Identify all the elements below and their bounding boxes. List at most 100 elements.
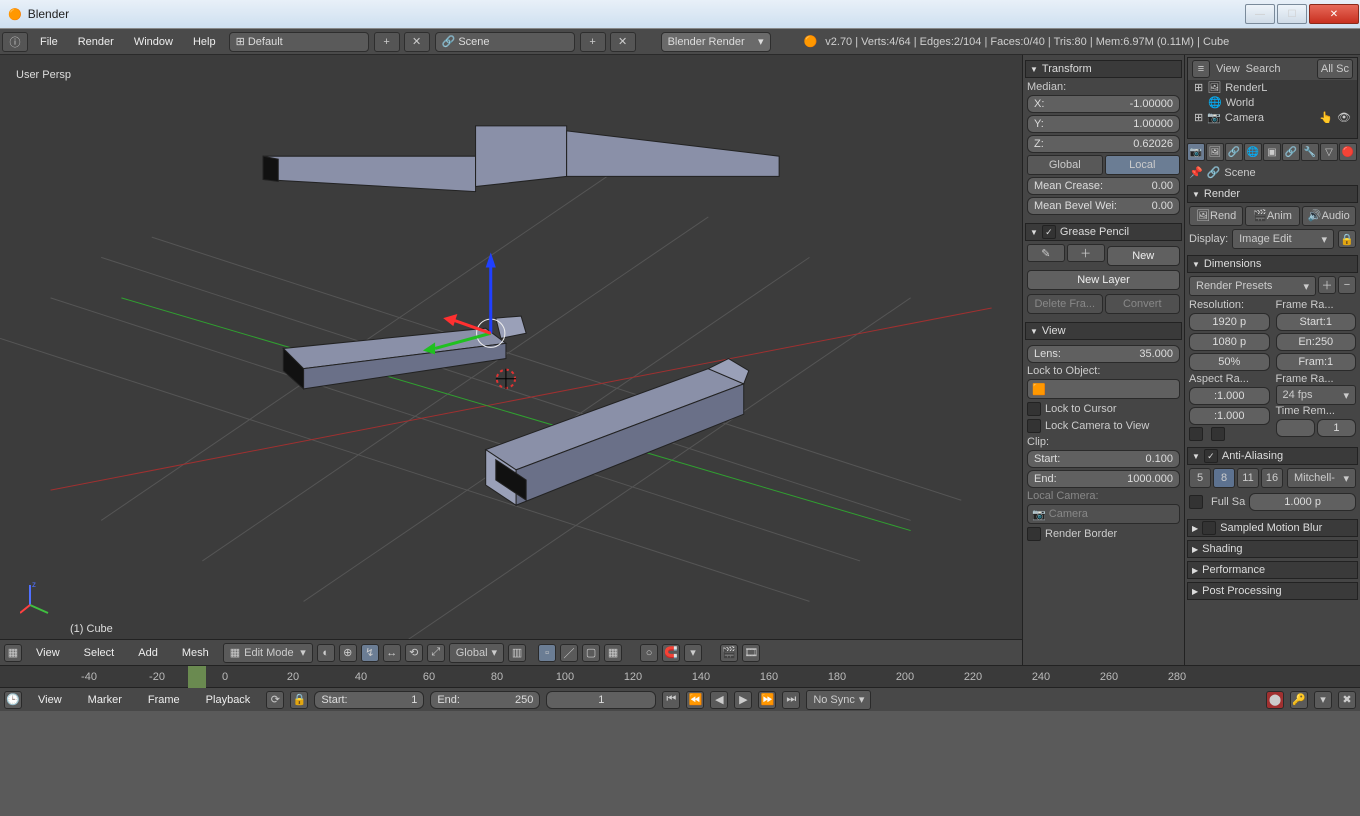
limit-sel-icon[interactable]: ▦ — [604, 644, 622, 662]
render-preview-icon[interactable]: 🎬 — [720, 644, 738, 662]
record-icon[interactable]: ⬤ — [1266, 691, 1284, 709]
add-layout-button[interactable]: + — [374, 32, 400, 52]
local-camera-selector[interactable]: 📷 Camera — [1027, 504, 1180, 524]
render-anim-button[interactable]: 🎬Anim — [1245, 206, 1299, 226]
tab-world-icon[interactable]: 🌐 — [1244, 143, 1262, 161]
sync-mode-selector[interactable]: No Sync▾ — [806, 690, 871, 710]
play-reverse-icon[interactable]: ◀ — [710, 691, 728, 709]
menu-help[interactable]: Help — [183, 29, 226, 55]
mean-crease-field[interactable]: Mean Crease:0.00 — [1027, 177, 1180, 195]
aa-8-button[interactable]: 8 — [1213, 468, 1235, 488]
shading-header[interactable]: ▶Shading — [1187, 540, 1358, 558]
outliner-search-menu[interactable]: Search — [1246, 63, 1281, 75]
tab-modifiers-icon[interactable]: 🔧 — [1301, 143, 1319, 161]
median-z-field[interactable]: Z:0.62026 — [1027, 135, 1180, 153]
3dview-menu-view[interactable]: View — [26, 640, 70, 666]
layers-icon[interactable]: ▥ — [508, 644, 526, 662]
dimensions-header[interactable]: ▼Dimensions — [1187, 255, 1358, 273]
space-global-toggle[interactable]: Global — [1027, 155, 1103, 175]
time-remap-old[interactable] — [1276, 419, 1315, 437]
lens-field[interactable]: Lens:35.000 — [1027, 345, 1180, 363]
3d-viewport[interactable]: User Persp (1) Cube z ▦ View Select Add … — [0, 55, 1022, 665]
render-presets-selector[interactable]: Render Presets▾ — [1189, 276, 1316, 296]
jump-start-icon[interactable]: ⏮ — [662, 691, 680, 709]
maximize-button[interactable]: ☐ — [1277, 4, 1307, 24]
sel-edge-icon[interactable]: ／ — [560, 644, 578, 662]
lock-camera-checkbox[interactable] — [1027, 419, 1041, 433]
manip-rotate-icon[interactable]: ⟲ — [405, 644, 423, 662]
shading-mode-icon[interactable]: ◐ — [317, 644, 335, 662]
full-sample-checkbox[interactable] — [1189, 495, 1203, 509]
fps-selector[interactable]: 24 fps▾ — [1276, 385, 1357, 405]
lock-cursor-checkbox[interactable] — [1027, 402, 1041, 416]
crop-checkbox[interactable] — [1211, 427, 1225, 441]
lock-ui-icon[interactable]: 🔒 — [1338, 230, 1356, 248]
aa-filter-selector[interactable]: Mitchell-▾ — [1287, 468, 1356, 488]
tl-end-field[interactable]: End:250 — [430, 691, 540, 709]
timeline-area[interactable]: -40 -20 0 20 40 60 80 100 120 140 160 18… — [0, 665, 1360, 687]
keyframe-next-icon[interactable]: ⏩ — [758, 691, 776, 709]
manipulator-toggle-icon[interactable]: ↯ — [361, 644, 379, 662]
screen-layout-selector[interactable]: ⊞ Default — [229, 32, 369, 52]
delete-key-icon[interactable]: ✖ — [1338, 691, 1356, 709]
preset-add-icon[interactable]: ＋ — [1318, 276, 1336, 294]
outliner-type-icon[interactable]: ≡ — [1192, 60, 1210, 78]
frame-end-field[interactable]: En:250 — [1276, 333, 1357, 351]
restrict-select-icon[interactable]: 👆 — [1319, 111, 1333, 124]
tab-material-icon[interactable]: 🔴 — [1339, 143, 1357, 161]
clip-start-field[interactable]: Start:0.100 — [1027, 450, 1180, 468]
prop-edit-icon[interactable]: ○ — [640, 644, 658, 662]
tl-start-field[interactable]: Start:1 — [314, 691, 424, 709]
res-pct-field[interactable]: 50% — [1189, 353, 1270, 371]
transform-header[interactable]: ▼Transform — [1025, 60, 1182, 78]
outliner-item-world[interactable]: 🌐World — [1188, 95, 1357, 110]
tab-data-icon[interactable]: ▽ — [1320, 143, 1338, 161]
tab-object-icon[interactable]: ▣ — [1263, 143, 1281, 161]
border-checkbox[interactable] — [1189, 427, 1203, 441]
menu-file[interactable]: File — [30, 29, 68, 55]
snap-target-icon[interactable]: ▾ — [684, 644, 702, 662]
jump-end-icon[interactable]: ⏭ — [782, 691, 800, 709]
manip-translate-icon[interactable]: ↔ — [383, 644, 401, 662]
outliner-item-renderlayers[interactable]: ⊞🖼RenderL — [1188, 80, 1357, 95]
performance-header[interactable]: ▶Performance — [1187, 561, 1358, 579]
motion-blur-header[interactable]: ▶Sampled Motion Blur — [1187, 519, 1358, 537]
space-local-toggle[interactable]: Local — [1105, 155, 1181, 175]
aspect-y-field[interactable]: :1.000 — [1189, 407, 1270, 425]
time-remap-new[interactable]: 1 — [1317, 419, 1356, 437]
tab-render-icon[interactable]: 📷 — [1187, 143, 1205, 161]
menu-window[interactable]: Window — [124, 29, 183, 55]
res-x-field[interactable]: 1920 p — [1189, 313, 1270, 331]
sel-face-icon[interactable]: ▢ — [582, 644, 600, 662]
lock-object-selector[interactable]: 🟧 — [1027, 379, 1180, 399]
anti-aliasing-header[interactable]: ▼✓Anti-Aliasing — [1187, 447, 1358, 465]
render-border-checkbox[interactable] — [1027, 527, 1041, 541]
gp-new-layer-button[interactable]: New Layer — [1027, 270, 1180, 290]
outliner-item-camera[interactable]: ⊞📷Camera👆👁 — [1188, 110, 1357, 125]
gp-new-button[interactable]: New — [1107, 246, 1181, 266]
menu-render[interactable]: Render — [68, 29, 124, 55]
3dview-menu-mesh[interactable]: Mesh — [172, 640, 219, 666]
pivot-icon[interactable]: ⊕ — [339, 644, 357, 662]
tab-scene-icon[interactable]: 🔗 — [1225, 143, 1243, 161]
3dview-menu-select[interactable]: Select — [74, 640, 125, 666]
play-icon[interactable]: ▶ — [734, 691, 752, 709]
delete-scene-button[interactable]: ✕ — [610, 32, 636, 52]
outliner-filter[interactable]: All Sc — [1317, 59, 1353, 79]
editor-type-icon[interactable]: ⓘ — [2, 32, 28, 52]
insert-key-icon[interactable]: ▾ — [1314, 691, 1332, 709]
snap-icon[interactable]: 🧲 — [662, 644, 680, 662]
view-panel-header[interactable]: ▼View — [1025, 322, 1182, 340]
pin-icon[interactable]: 📌 — [1189, 166, 1203, 179]
grease-pencil-header[interactable]: ▼✓Grease Pencil — [1025, 223, 1182, 241]
display-mode-selector[interactable]: Image Edit▾ — [1232, 229, 1334, 249]
median-x-field[interactable]: X:-1.00000 — [1027, 95, 1180, 113]
restrict-view-icon[interactable]: 👁 — [1337, 111, 1351, 124]
gp-add-icon[interactable]: ＋ — [1067, 244, 1105, 262]
aa-5-button[interactable]: 5 — [1189, 468, 1211, 488]
frame-step-field[interactable]: Fram:1 — [1276, 353, 1357, 371]
aspect-x-field[interactable]: :1.000 — [1189, 387, 1270, 405]
orientation-selector[interactable]: Global▾ — [449, 643, 504, 663]
render-audio-button[interactable]: 🔊Audio — [1302, 206, 1356, 226]
res-y-field[interactable]: 1080 p — [1189, 333, 1270, 351]
